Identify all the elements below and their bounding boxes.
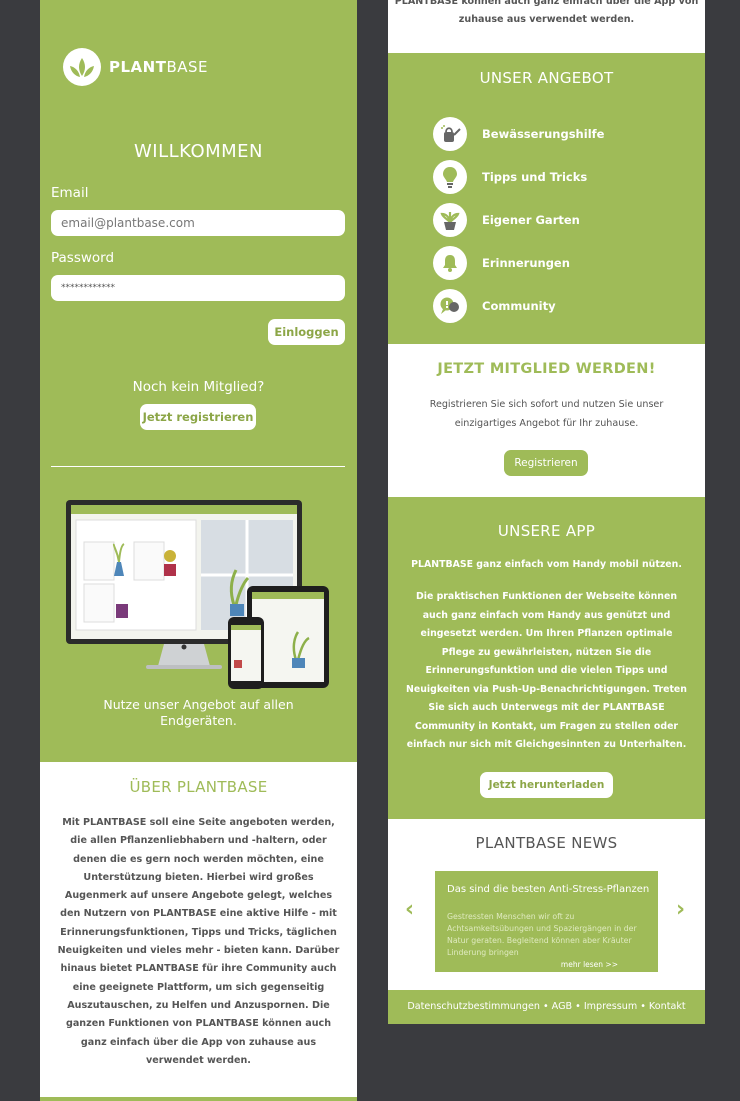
read-more-link[interactable]: mehr lesen >> (561, 960, 618, 969)
footer-links[interactable]: Datenschutzbestimmungen • AGB • Impressu… (388, 990, 705, 1024)
offer-label: Erinnerungen (482, 256, 570, 270)
watering-can-icon (433, 117, 467, 151)
plant-pot-icon (433, 203, 467, 237)
password-label: Password (51, 250, 115, 266)
offer-item-watering[interactable]: Bewässerungshilfe (433, 117, 604, 151)
lightbulb-icon (433, 160, 467, 194)
news-section: PLANTBASE NEWS ‹ Das sind die besten Ant… (388, 819, 705, 990)
leaf-logo-icon (63, 48, 101, 86)
offer-label: Tipps und Tricks (482, 170, 588, 184)
app-title: UNSERE APP (497, 522, 596, 540)
login-button[interactable]: Einloggen (268, 319, 345, 345)
password-field[interactable]: ************ (51, 275, 345, 301)
about-title: ÜBER PLANTBASE (129, 778, 268, 796)
bell-icon (433, 246, 467, 280)
offer-section: UNSER ANGEBOT Bewässerungshilfe Tipps un… (388, 53, 705, 344)
welcome-title: WILLKOMMEN (133, 141, 264, 162)
news-headline: Das sind die besten Anti-Stress-Pflanzen (447, 884, 650, 895)
membership-text: Registrieren Sie sich sofort und nutzen … (429, 399, 664, 429)
email-label: Email (51, 185, 89, 201)
devices-caption: Nutze unser Angebot auf allen Endgeräten… (103, 697, 294, 728)
news-card[interactable]: Das sind die besten Anti-Stress-Pflanzen… (435, 871, 658, 972)
about-text-continued: PLANTBASE können auch ganz einfach über … (388, 0, 705, 53)
chevron-left-icon[interactable]: ‹ (405, 897, 414, 922)
chat-bubbles-icon (433, 289, 467, 323)
offer-label: Eigener Garten (482, 213, 580, 227)
no-member-text: Noch kein Mitglied? (132, 379, 265, 395)
mobile-screen-right: PLANTBASE können auch ganz einfach über … (388, 0, 705, 1024)
email-field[interactable]: email@plantbase.com (51, 210, 345, 236)
offer-item-community[interactable]: Community (433, 289, 556, 323)
devices-illustration (64, 500, 332, 690)
about-text: Mit PLANTBASE soll eine Seite angeboten … (57, 817, 340, 1066)
registrieren-button[interactable]: Registrieren (504, 450, 588, 476)
mobile-screen-left: PLANTBASE WILLKOMMEN Email email@plantba… (40, 0, 357, 1101)
download-button[interactable]: Jetzt herunterladen (480, 772, 613, 798)
about-tail-text: PLANTBASE können auch ganz einfach über … (394, 0, 699, 26)
offer-item-tips[interactable]: Tipps und Tricks (433, 160, 587, 194)
membership-section: JETZT MITGLIED WERDEN! Registrieren Sie … (388, 344, 705, 497)
news-title: PLANTBASE NEWS (475, 834, 618, 852)
chevron-right-icon[interactable]: › (676, 897, 685, 922)
register-button[interactable]: Jetzt registrieren (140, 404, 256, 430)
offer-title: UNSER ANGEBOT (479, 69, 614, 87)
login-hero: PLANTBASE WILLKOMMEN Email email@plantba… (40, 0, 357, 762)
offer-label: Community (482, 299, 556, 313)
news-teaser: Gestressten Menschen wir oft zu Achtsamk… (447, 912, 637, 957)
divider (51, 466, 345, 467)
offer-item-garden[interactable]: Eigener Garten (433, 203, 580, 237)
about-section: ÜBER PLANTBASE Mit PLANTBASE soll eine S… (40, 762, 357, 1097)
left-bottom-strip (40, 1097, 357, 1101)
app-section: UNSERE APP PLANTBASE ganz einfach vom Ha… (388, 497, 705, 819)
logo[interactable]: PLANTBASE (63, 48, 208, 86)
app-lead: PLANTBASE ganz einfach vom Handy mobil n… (411, 559, 682, 570)
offer-item-reminders[interactable]: Erinnerungen (433, 246, 570, 280)
membership-title: JETZT MITGLIED WERDEN! (437, 361, 656, 377)
brand-name: PLANTBASE (109, 58, 209, 76)
app-body: Die praktischen Funktionen der Webseite … (406, 591, 687, 750)
offer-label: Bewässerungshilfe (482, 127, 605, 141)
